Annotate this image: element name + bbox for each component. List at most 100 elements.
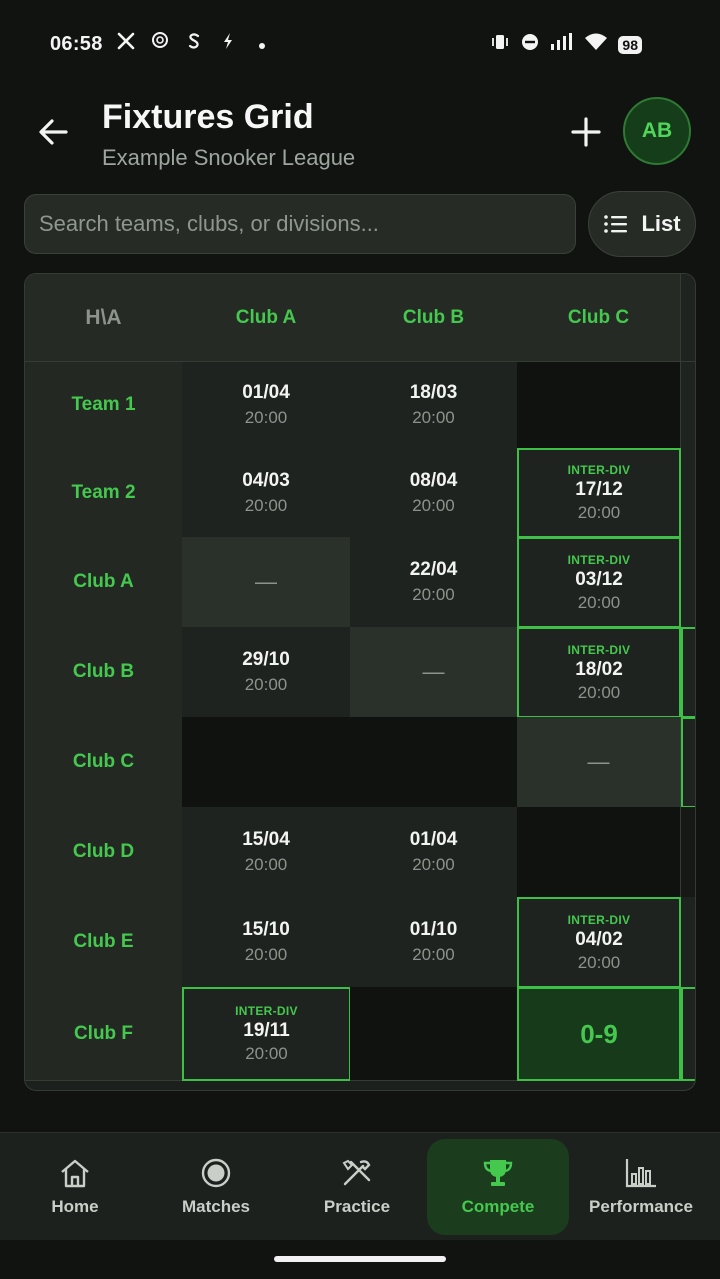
fixture-time: 20:00: [412, 408, 455, 427]
fixture-time: 20:00: [412, 585, 455, 604]
fixture-date: 04/02: [575, 928, 623, 950]
fixture-score: 0-9: [580, 1018, 618, 1049]
fixture-date: 18/03: [409, 382, 458, 403]
fixture-cell-inter-div[interactable]: INTER-DIV 18/02 20:00: [517, 627, 681, 718]
add-button[interactable]: [566, 110, 606, 154]
fixture-date: 22/04: [409, 559, 458, 580]
inter-div-badge: INTER-DIV: [567, 552, 631, 567]
x-icon: [115, 30, 137, 58]
fixture-cell[interactable]: 01/04 20:00: [182, 362, 351, 449]
row-header[interactable]: Club F: [25, 987, 183, 1081]
search-input[interactable]: [39, 211, 561, 237]
nav-matches[interactable]: Matches: [145, 1139, 287, 1235]
fixture-date: 17/12: [575, 479, 623, 500]
back-button[interactable]: [34, 110, 74, 154]
dnd-icon: [520, 32, 540, 57]
self-dash: —: [255, 569, 277, 594]
column-header-label: Club C: [567, 306, 630, 328]
row-header[interactable]: Club B: [25, 627, 183, 718]
row-header-label: Club A: [73, 571, 134, 592]
row-header[interactable]: Club D: [25, 807, 183, 898]
fixture-time: 20:00: [244, 945, 288, 964]
list-view-button[interactable]: List: [588, 191, 696, 257]
fixture-cell-self: —: [517, 717, 681, 808]
fixture-cell[interactable]: 29/10 20:00: [182, 627, 351, 718]
row-header[interactable]: Club E: [25, 897, 183, 988]
fixture-cell-empty[interactable]: [517, 362, 681, 449]
fixture-time: 20:00: [244, 495, 288, 515]
fixture-cell-inter-div[interactable]: INTER-DIV 17/12 20:00: [517, 448, 681, 538]
fixture-cell[interactable]: 15/04 20:00: [182, 807, 351, 898]
inter-div-badge: INTER-DIV: [235, 1004, 298, 1018]
inter-div-badge: INTER-DIV: [567, 642, 631, 657]
row-header-label: Team 1: [71, 394, 136, 415]
fixture-cell-result[interactable]: 0-9: [517, 987, 681, 1081]
fixture-cell-inter-div[interactable]: INTER-DIV 19/11 20:00: [182, 987, 351, 1081]
inter-div-badge: INTER-DIV: [567, 463, 631, 477]
wifi-icon: [584, 32, 608, 57]
list-view-label: List: [641, 211, 681, 236]
fixture-cell-inter-div[interactable]: INTER-DIV 04/02 20:00: [517, 897, 681, 988]
row-header-label: Club F: [73, 1022, 134, 1044]
fixture-cell[interactable]: 01/04 20:00: [350, 807, 518, 898]
fixture-date: 04/03: [242, 469, 290, 491]
fixture-date: 15/10: [242, 919, 290, 940]
fixture-time: 20:00: [412, 855, 455, 874]
fixture-cell[interactable]: 15/10 20:00: [182, 897, 351, 988]
fixture-cell[interactable]: 18/03 20:00: [350, 362, 518, 449]
openai-icon: [149, 30, 171, 58]
row-header-label: Club C: [72, 751, 135, 772]
nav-home[interactable]: Home: [4, 1139, 146, 1235]
fixture-cell-empty[interactable]: [517, 807, 681, 898]
nav-compete[interactable]: Compete: [427, 1139, 569, 1235]
dot-icon: [251, 30, 273, 58]
fixture-time: 20:00: [577, 682, 621, 702]
row-header[interactable]: Team 1: [25, 362, 183, 449]
fixture-cell-empty[interactable]: [350, 987, 518, 1081]
fixture-time: 20:00: [244, 675, 288, 694]
column-header[interactable]: Club A: [182, 274, 351, 362]
vibrate-icon: [490, 32, 510, 57]
column-header-label: Club B: [402, 306, 465, 328]
fixture-date: 18/02: [575, 658, 623, 680]
fixture-cell[interactable]: 01/10 20:00: [350, 897, 518, 988]
fixture-cell[interactable]: 04/03 20:00: [182, 448, 351, 538]
fixture-date: 15/04: [242, 829, 290, 850]
status-bar: 06:58 98: [0, 0, 720, 88]
self-dash: —: [587, 749, 610, 774]
row-header-label: Club B: [72, 661, 135, 682]
overflow-cell: [681, 807, 695, 898]
fixture-cell-self: —: [182, 537, 351, 628]
column-header[interactable]: Club B: [350, 274, 518, 362]
fixture-cell-empty[interactable]: [350, 717, 518, 808]
status-time: 06:58: [50, 32, 103, 55]
fixture-date: 01/10: [409, 919, 458, 940]
home-icon: [61, 1159, 89, 1188]
fixture-cell-self: —: [350, 627, 518, 718]
row-header[interactable]: Club A: [25, 537, 183, 628]
fixture-time: 20:00: [577, 952, 621, 972]
fixture-time: 20:00: [412, 945, 455, 964]
bottom-nav: Home Matches Practice Compete Performanc…: [0, 1132, 720, 1240]
row-header-label: Club E: [73, 931, 134, 952]
row-header[interactable]: Club C: [25, 717, 183, 808]
row-header-label: Club D: [72, 841, 135, 862]
fixture-cell-inter-div[interactable]: INTER-DIV 03/12 20:00: [517, 537, 681, 628]
search-bar[interactable]: [24, 194, 576, 254]
bolt-icon: [217, 30, 239, 58]
nav-home-label: Home: [51, 1197, 99, 1216]
nav-compete-label: Compete: [461, 1197, 535, 1216]
fixture-cell[interactable]: 22/04 20:00: [350, 537, 518, 628]
avatar[interactable]: AB: [623, 97, 691, 165]
fixture-cell-empty[interactable]: [182, 717, 351, 808]
nav-performance[interactable]: Performance: [570, 1139, 712, 1235]
row-header[interactable]: Team 2: [25, 448, 183, 538]
nav-matches-label: Matches: [181, 1197, 251, 1216]
fixture-date: 08/04: [409, 469, 458, 491]
bar-chart-icon: [625, 1159, 656, 1188]
fixture-date: 29/10: [242, 649, 290, 670]
fixture-cell[interactable]: 08/04 20:00: [350, 448, 518, 538]
column-header[interactable]: Club C: [517, 274, 681, 362]
plus-icon: [571, 117, 601, 147]
nav-practice[interactable]: Practice: [286, 1139, 428, 1235]
